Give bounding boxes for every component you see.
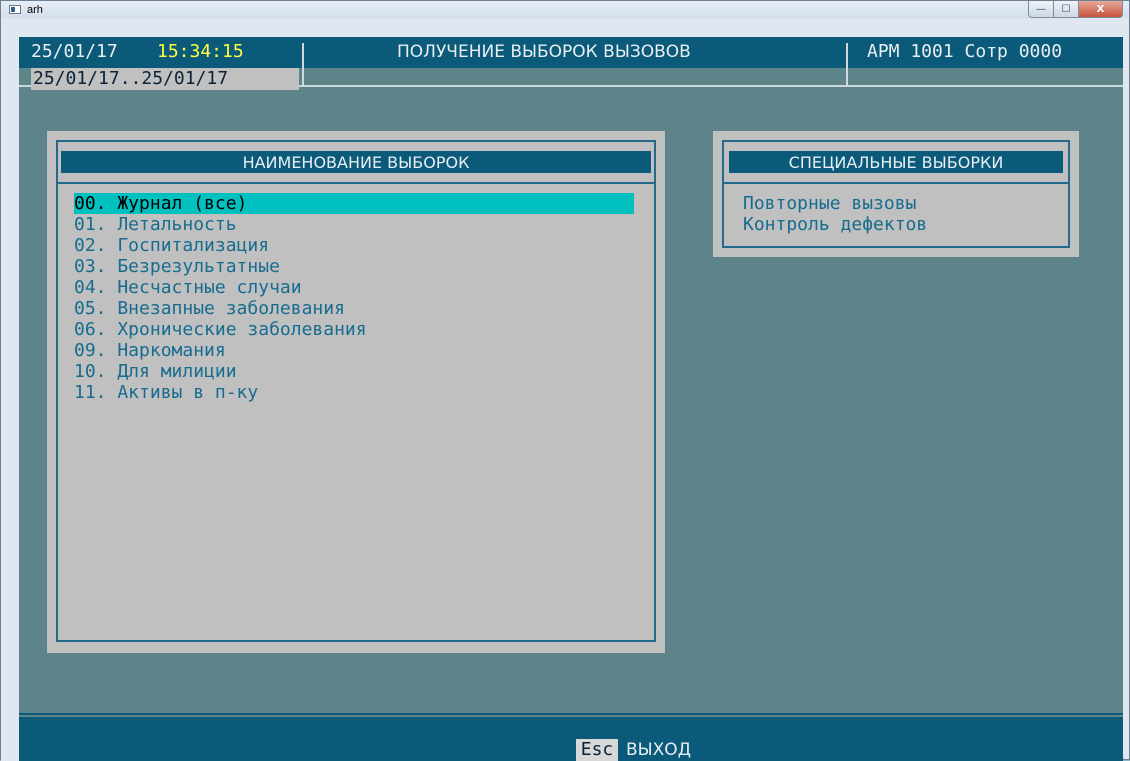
header-date: 25/01/17: [31, 41, 118, 62]
sample-item-05[interactable]: 05. Внезапные заболевания: [74, 298, 345, 319]
esc-key[interactable]: Esc: [576, 739, 618, 761]
sample-item-04[interactable]: 04. Несчастные случаи: [74, 277, 302, 298]
window-controls: — ☐ X: [1028, 1, 1123, 19]
sample-item-00[interactable]: 00. Журнал (все): [74, 193, 634, 214]
samples-panel: НАИМЕНОВАНИЕ ВЫБОРОК 00. Журнал (все) 01…: [47, 131, 665, 653]
special-panel: СПЕЦИАЛЬНЫЕ ВЫБОРКИ Повторные вызовы Кон…: [713, 131, 1079, 257]
footer-separator: [19, 713, 1123, 715]
console-screen: 25/01/17 15:34:15 ПОЛУЧЕНИЕ ВЫБОРОК ВЫЗО…: [19, 37, 1123, 761]
app-window: arh — ☐ X 25/01/17 15:34:15 ПОЛУЧЕНИЕ ВЫ…: [0, 0, 1130, 761]
header-time: 15:34:15: [157, 41, 244, 62]
sample-item-02[interactable]: 02. Госпитализация: [74, 235, 269, 256]
exit-label[interactable]: ВЫХОД: [626, 739, 691, 761]
special-item-defect-control[interactable]: Контроль дефектов: [743, 214, 927, 235]
header-divider-left: [302, 43, 304, 85]
title-bar[interactable]: arh — ☐ X: [1, 1, 1129, 18]
sample-item-10[interactable]: 10. Для милиции: [74, 361, 237, 382]
sample-item-03[interactable]: 03. Безрезультатные: [74, 256, 280, 277]
special-panel-separator: [722, 182, 1070, 184]
maximize-icon[interactable]: ☐: [1054, 1, 1079, 18]
minimize-icon[interactable]: —: [1028, 1, 1054, 18]
special-panel-heading: СПЕЦИАЛЬНЫЕ ВЫБОРКИ: [729, 151, 1063, 173]
footer-bar: [19, 717, 1123, 761]
sample-item-01[interactable]: 01. Летальность: [74, 214, 237, 235]
window-title: arh: [27, 4, 43, 16]
date-range[interactable]: 25/01/17..25/01/17: [31, 68, 299, 90]
samples-panel-heading: НАИМЕНОВАНИЕ ВЫБОРОК: [61, 151, 651, 173]
status-bar: 25/01/17 15:34:15 ПОЛУЧЕНИЕ ВЫБОРОК ВЫЗО…: [19, 37, 1123, 68]
sample-item-06[interactable]: 06. Хронические заболевания: [74, 319, 367, 340]
window-left-border: [1, 37, 19, 761]
header-divider-right: [846, 43, 848, 85]
special-item-repeat-calls[interactable]: Повторные вызовы: [743, 193, 916, 214]
screen-title: ПОЛУЧЕНИЕ ВЫБОРОК ВЫЗОВОВ: [397, 42, 691, 62]
app-icon: [9, 5, 21, 14]
sample-item-09[interactable]: 09. Наркомания: [74, 340, 226, 361]
sample-item-11[interactable]: 11. Активы в п-ку: [74, 382, 258, 403]
close-icon[interactable]: X: [1079, 1, 1123, 18]
samples-panel-separator: [56, 182, 656, 184]
station-info: АРМ 1001 Сотр 0000: [867, 41, 1063, 62]
